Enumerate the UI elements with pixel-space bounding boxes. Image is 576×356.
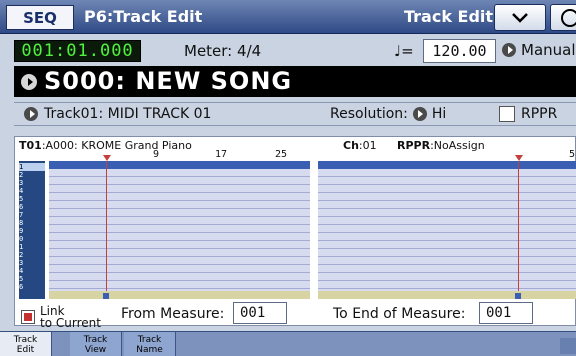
song-name: S000: NEW SONG [44, 67, 293, 95]
track-number[interactable]: 5 [19, 195, 45, 203]
grid-footer [318, 291, 576, 299]
tab-label-line1: Track [137, 335, 162, 345]
link-label: Link to Current [40, 305, 101, 329]
ruler-label: 5 [569, 149, 576, 160]
grid-footer [49, 291, 310, 299]
location-display[interactable]: 001:01.000 [14, 40, 141, 62]
playhead-marker-icon[interactable] [103, 155, 111, 161]
resolution-popup[interactable]: Resolution: Hi [330, 106, 446, 122]
tab-label-line1: Track [13, 335, 38, 345]
track-grid-left[interactable] [49, 155, 310, 299]
track-edit-panel: T01:A000: KROME Grand Piano Ch:01 RPPR:N… [14, 136, 576, 329]
tempo-mode-popup[interactable]: Manual [502, 41, 576, 59]
meter-display: Meter: 4/4 [184, 42, 261, 60]
tempo-note-label: ♩= [394, 42, 414, 60]
popup-arrow-icon [21, 74, 37, 90]
page-title: P6:Track Edit [84, 7, 203, 26]
track-select-label: Track01: MIDI TRACK 01 [44, 106, 212, 122]
track-number[interactable]: 1 [19, 163, 45, 171]
channel-info: Ch:01 [343, 139, 377, 152]
ruler-label: 17 [215, 149, 228, 160]
track-number[interactable]: 0 [19, 235, 45, 243]
resolution-value: Hi [431, 106, 447, 122]
track-id: T01 [19, 139, 42, 152]
track-number[interactable]: 1 [19, 243, 45, 251]
rppr-checkbox-group[interactable]: RPPR [499, 106, 557, 122]
playhead-line [518, 161, 519, 299]
channel-label: Ch [343, 139, 359, 152]
lock-button[interactable] [550, 4, 576, 31]
track-number[interactable]: 7 [19, 211, 45, 219]
track-number[interactable]: 3 [19, 179, 45, 187]
tab-track-name[interactable]: Track Name [124, 332, 176, 356]
rppr-checkbox[interactable] [499, 106, 515, 122]
tab-bar: Track Edit Track View Track Name [0, 331, 576, 356]
tab-label-line2: Edit [16, 345, 35, 355]
playhead-handle[interactable] [515, 293, 521, 299]
link-label-line2: to Current [40, 316, 101, 330]
grid-selected-track [49, 161, 310, 169]
corner-tab-button[interactable] [560, 338, 576, 354]
page-label: Track Edit [404, 7, 494, 26]
grid-selected-track [318, 161, 576, 169]
grid-divider [310, 161, 318, 299]
to-measure-label: To End of Measure: [333, 306, 466, 322]
rppr-info-value: :NoAssign [430, 139, 485, 152]
track-number[interactable]: 2 [19, 171, 45, 179]
meter-value: 4/4 [237, 42, 262, 60]
tempo-field[interactable]: 120.00 [423, 39, 496, 63]
tempo-mode-label: Manual [521, 41, 576, 59]
link-to-current-checkbox[interactable]: Link to Current [21, 305, 101, 329]
tab-label-line2: Name [136, 345, 163, 355]
rppr-info-label: RPPR [397, 139, 431, 152]
track-program-info: T01:A000: KROME Grand Piano [19, 139, 192, 152]
track-number[interactable]: 2 [19, 251, 45, 259]
track-grid-right[interactable] [318, 155, 576, 299]
ruler-label: 25 [275, 149, 288, 160]
popup-arrow-icon [24, 107, 38, 121]
page-menu-button[interactable] [494, 4, 546, 31]
ruler-label: 9 [153, 149, 160, 160]
popup-arrow-icon [502, 43, 516, 57]
playhead-marker-icon[interactable] [515, 155, 523, 161]
track-select-popup[interactable]: Track01: MIDI TRACK 01 [24, 106, 211, 122]
popup-arrow-icon [412, 107, 427, 121]
tab-label-line1: Track [83, 335, 108, 345]
meter-label: Meter: [184, 42, 233, 60]
rppr-label: RPPR [521, 106, 558, 122]
track-number[interactable]: 3 [19, 259, 45, 267]
track-number[interactable]: 8 [19, 219, 45, 227]
track-number-list[interactable]: 1 2 3 4 5 6 7 8 9 0 1 2 3 4 5 6 [19, 161, 45, 299]
program-name: :A000: KROME Grand Piano [41, 139, 192, 152]
track-number[interactable]: 4 [19, 187, 45, 195]
track-number[interactable]: 9 [19, 227, 45, 235]
tab-track-edit[interactable]: Track Edit [0, 332, 52, 356]
track-number[interactable]: 6 [19, 283, 45, 291]
from-measure-field[interactable]: 001 [233, 302, 287, 324]
track-number[interactable]: 5 [19, 275, 45, 283]
track-row: Track01: MIDI TRACK 01 Resolution: Hi RP… [14, 102, 576, 126]
chevron-down-icon [512, 12, 528, 23]
lock-icon [561, 9, 576, 27]
header-bar: SEQ P6:Track Edit Track Edit [0, 0, 576, 34]
tab-label-line2: View [84, 345, 107, 355]
mode-indicator[interactable]: SEQ [6, 5, 74, 30]
from-measure-label: From Measure: [121, 306, 225, 322]
tab-track-view[interactable]: Track View [70, 332, 122, 356]
track-number[interactable]: 6 [19, 203, 45, 211]
song-select-bar[interactable]: S000: NEW SONG [14, 66, 576, 97]
channel-value: :01 [358, 139, 377, 152]
resolution-label: Resolution: [330, 106, 408, 122]
playhead-line [106, 161, 107, 299]
to-measure-field[interactable]: 001 [479, 302, 533, 324]
link-check-icon[interactable] [21, 310, 35, 324]
track-number[interactable]: 4 [19, 267, 45, 275]
playhead-handle[interactable] [103, 293, 109, 299]
rppr-info: RPPR:NoAssign [397, 139, 485, 152]
